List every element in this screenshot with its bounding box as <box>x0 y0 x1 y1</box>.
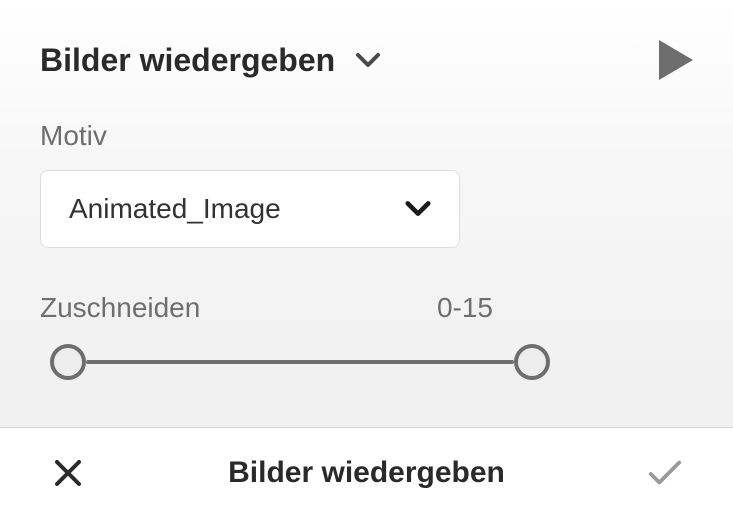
title-dropdown-group[interactable]: Bilder wiedergeben <box>40 42 381 79</box>
slider-track <box>86 360 514 364</box>
crop-label: Zuschneiden <box>40 292 200 324</box>
crop-section: Zuschneiden 0-15 <box>40 292 693 382</box>
crop-range-slider[interactable] <box>50 342 550 382</box>
chevron-down-icon <box>405 201 431 217</box>
motif-dropdown[interactable]: Animated_Image <box>40 170 460 248</box>
slider-handle-max[interactable] <box>514 344 550 380</box>
panel-header: Bilder wiedergeben <box>40 40 693 80</box>
play-icon[interactable] <box>659 40 693 80</box>
motif-label: Motiv <box>40 120 693 152</box>
check-icon[interactable] <box>647 455 683 491</box>
chevron-down-icon <box>355 52 381 68</box>
close-icon[interactable] <box>50 455 86 491</box>
slider-handle-min[interactable] <box>50 344 86 380</box>
crop-range-label: 0-15 <box>437 292 493 324</box>
panel-title: Bilder wiedergeben <box>40 42 335 79</box>
bottom-bar: Bilder wiedergeben <box>0 427 733 517</box>
main-panel: Bilder wiedergeben Motiv Animated_Image <box>0 0 733 427</box>
crop-labels: Zuschneiden 0-15 <box>40 292 693 324</box>
motif-section: Motiv Animated_Image <box>40 120 693 248</box>
motif-selected-value: Animated_Image <box>69 193 281 225</box>
footer-title: Bilder wiedergeben <box>228 456 505 490</box>
